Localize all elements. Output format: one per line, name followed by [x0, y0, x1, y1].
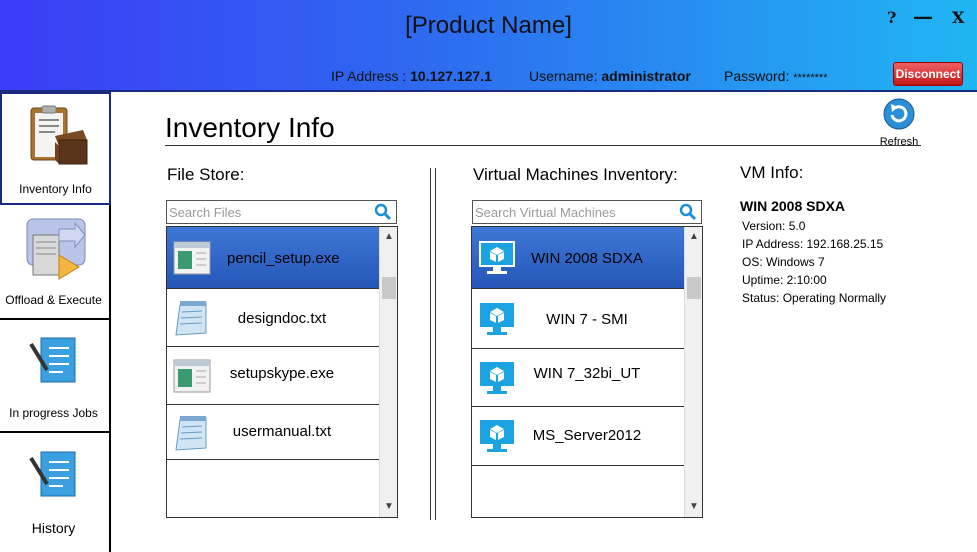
- refresh-icon: [883, 98, 915, 130]
- vm-search-input[interactable]: [475, 202, 675, 222]
- scroll-up-icon[interactable]: ▲: [380, 229, 397, 245]
- vm-name: WIN 7_32bi_UT: [533, 365, 641, 382]
- vm-monitor-icon: [480, 362, 514, 394]
- scroll-up-icon[interactable]: ▲: [685, 229, 702, 245]
- username-label: Username:: [529, 68, 598, 84]
- file-list-scrollbar[interactable]: ▲ ▼: [379, 227, 397, 517]
- vm-info-status: Status: Operating Normally: [742, 291, 887, 305]
- sidebar-item-history[interactable]: History: [0, 434, 111, 547]
- list-item[interactable]: WIN 2008 SDXA: [472, 227, 684, 289]
- close-button[interactable]: X: [952, 8, 964, 27]
- scroll-thumb[interactable]: [382, 277, 396, 299]
- file-search-input[interactable]: [169, 202, 369, 222]
- minimize-button[interactable]: —: [913, 4, 933, 28]
- scroll-down-icon[interactable]: ▼: [685, 499, 702, 515]
- refresh-button[interactable]: Refresh: [876, 98, 922, 148]
- vm-info-label: VM Info:: [740, 163, 804, 182]
- page-title: Inventory Info: [165, 112, 335, 143]
- sidebar-item-label: In progress Jobs: [9, 406, 98, 420]
- product-name: [Product Name]: [405, 12, 572, 39]
- vm-list-scrollbar[interactable]: ▲ ▼: [684, 227, 702, 517]
- list-item[interactable]: WIN 7 - SMI: [472, 289, 684, 349]
- sidebar-item-label: Inventory Info: [19, 182, 92, 196]
- vm-monitor-icon: [479, 241, 515, 274]
- sidebar-item-label: History: [31, 520, 76, 536]
- sidebar-item-offload-execute[interactable]: Offload & Execute: [0, 207, 111, 320]
- file-search-box: [166, 200, 397, 224]
- file-list: pencil_setup.exe designdoc.txt setupskyp…: [166, 226, 398, 518]
- list-item[interactable]: MS_Server2012: [472, 407, 684, 466]
- list-item[interactable]: setupskype.exe: [167, 347, 379, 405]
- file-name: setupskype.exe: [229, 365, 335, 382]
- list-item[interactable]: designdoc.txt: [167, 289, 379, 347]
- search-icon[interactable]: [679, 203, 697, 221]
- refresh-label: Refresh: [879, 136, 919, 148]
- help-button[interactable]: ?: [887, 8, 896, 27]
- username-info: Username: administrator: [529, 68, 691, 84]
- sidebar: Inventory Info Offload & Execute In prog…: [0, 92, 111, 552]
- ip-address-info: IP Address : 10.127.127.1: [331, 68, 492, 84]
- title-bar: [Product Name] ? — X IP Address : 10.127…: [0, 0, 977, 92]
- file-name: usermanual.txt: [232, 423, 332, 440]
- sidebar-item-in-progress-jobs[interactable]: In progress Jobs: [0, 320, 111, 433]
- section-divider: [430, 168, 436, 520]
- list-item[interactable]: usermanual.txt: [167, 405, 379, 460]
- vm-search-box: [472, 200, 702, 224]
- vm-info-version: Version: 5.0: [742, 219, 806, 233]
- vm-info-ip: IP Address: 192.168.25.15: [742, 237, 884, 251]
- scroll-thumb[interactable]: [687, 277, 701, 299]
- sidebar-item-label: Offload & Execute: [5, 293, 102, 307]
- list-item[interactable]: pencil_setup.exe: [167, 227, 379, 289]
- clipboard-box-icon: [30, 105, 88, 165]
- scroll-down-icon[interactable]: ▼: [380, 499, 397, 515]
- file-store-label: File Store:: [167, 165, 245, 184]
- password-info: Password: ********: [724, 68, 828, 84]
- exe-window-icon: [173, 241, 211, 275]
- checklist-pen-icon: [29, 451, 76, 497]
- disconnect-button[interactable]: Disconnect: [893, 62, 963, 86]
- vm-name: WIN 7 - SMI: [546, 311, 628, 328]
- notepad-icon: [175, 301, 207, 336]
- vm-name: MS_Server2012: [532, 427, 642, 444]
- server-arrow-icon: [26, 218, 86, 280]
- ip-address-value: 10.127.127.1: [410, 68, 492, 84]
- password-label: Password:: [724, 68, 790, 84]
- vm-name: WIN 2008 SDXA: [531, 250, 643, 267]
- username-value: administrator: [601, 68, 691, 84]
- file-name: pencil_setup.exe: [227, 250, 340, 267]
- vm-info-os: OS: Windows 7: [742, 255, 825, 269]
- file-name: designdoc.txt: [237, 310, 327, 327]
- checklist-pen-icon: [29, 337, 76, 383]
- vm-monitor-icon: [480, 303, 514, 335]
- notepad-icon: [175, 416, 207, 451]
- vm-monitor-icon: [480, 420, 514, 452]
- vm-inventory-label: Virtual Machines Inventory:: [473, 165, 678, 184]
- vm-info-name: WIN 2008 SDXA: [740, 198, 846, 214]
- title-divider: [165, 145, 921, 146]
- vm-list: WIN 2008 SDXA WIN 7 - SMI WIN 7_32bi_UT: [471, 226, 703, 518]
- search-icon[interactable]: [374, 203, 392, 221]
- vm-info-uptime: Uptime: 2:10:00: [742, 273, 827, 287]
- exe-window-icon: [173, 359, 211, 393]
- ip-address-label: IP Address :: [331, 68, 407, 84]
- password-value: ********: [793, 72, 828, 84]
- sidebar-item-inventory-info[interactable]: Inventory Info: [0, 92, 111, 205]
- list-item[interactable]: WIN 7_32bi_UT: [472, 349, 684, 407]
